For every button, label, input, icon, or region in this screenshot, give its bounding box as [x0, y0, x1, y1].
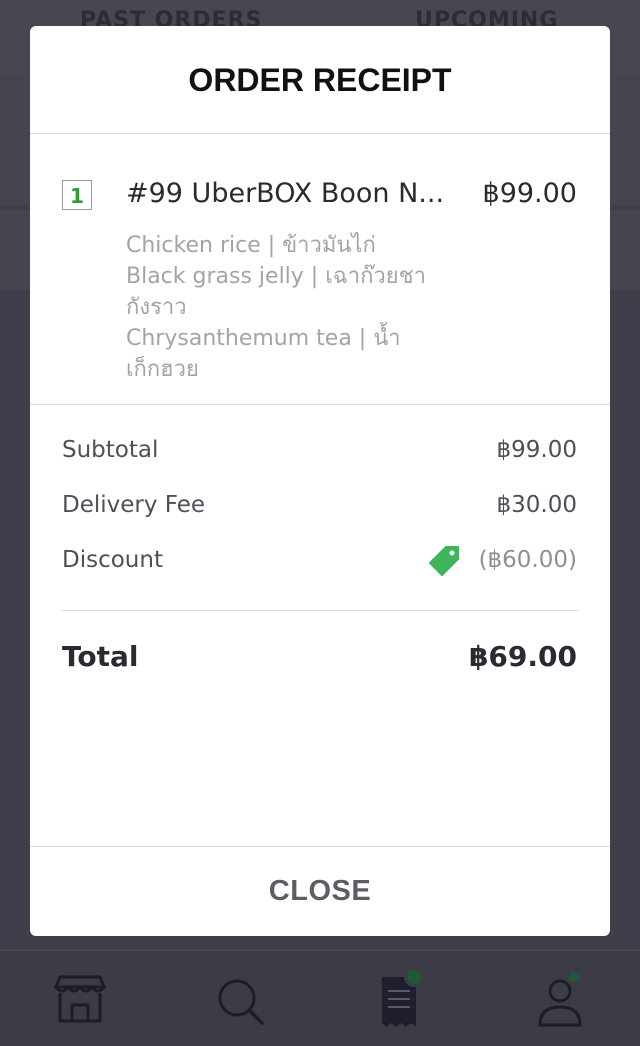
notification-dot [566, 969, 582, 985]
item-price: ฿99.00 [482, 178, 577, 209]
total-row: Total ฿69.00 [62, 640, 577, 680]
item-detail: Black grass jelly | เฉาก๊วยชา กังราว [126, 264, 426, 320]
total-value: ฿69.00 [468, 640, 577, 673]
receipt-icon[interactable] [372, 967, 432, 1033]
item-details: Chicken rice | ข้าวมันไก่ Black grass je… [126, 230, 456, 385]
discount-row: Discount (฿60.00) [62, 546, 577, 587]
divider [62, 610, 578, 611]
notification-dot [404, 967, 424, 987]
item-quantity-badge: 1 [62, 180, 92, 210]
item-detail: Chicken rice | ข้าวมันไก่ [126, 233, 376, 258]
delivery-fee-row: Delivery Fee ฿30.00 [62, 492, 577, 532]
order-item: 1 #99 UberBOX Boon N... ฿99.00 Chicken r… [30, 134, 610, 405]
total-label: Total [62, 640, 139, 673]
bottom-navigation [0, 950, 640, 1046]
discount-label: Discount [62, 547, 163, 573]
modal-title: ORDER RECEIPT [30, 26, 610, 134]
item-name: #99 UberBOX Boon N... [126, 178, 445, 209]
discount-value: (฿60.00) [478, 547, 577, 573]
profile-icon[interactable] [532, 969, 592, 1033]
promo-tag-icon [429, 546, 459, 576]
delivery-fee-value: ฿30.00 [496, 492, 577, 518]
subtotal-label: Subtotal [62, 437, 159, 463]
delivery-fee-label: Delivery Fee [62, 492, 206, 518]
store-icon[interactable] [50, 973, 110, 1033]
order-receipt-modal: ORDER RECEIPT 1 #99 UberBOX Boon N... ฿9… [30, 26, 610, 936]
subtotal-value: ฿99.00 [496, 437, 577, 463]
close-button[interactable]: CLOSE [30, 846, 610, 936]
item-detail: Chrysanthemum tea | น้ำ เก็กฮวย [126, 326, 401, 382]
search-icon[interactable] [212, 973, 272, 1033]
subtotal-row: Subtotal ฿99.00 [62, 437, 577, 477]
